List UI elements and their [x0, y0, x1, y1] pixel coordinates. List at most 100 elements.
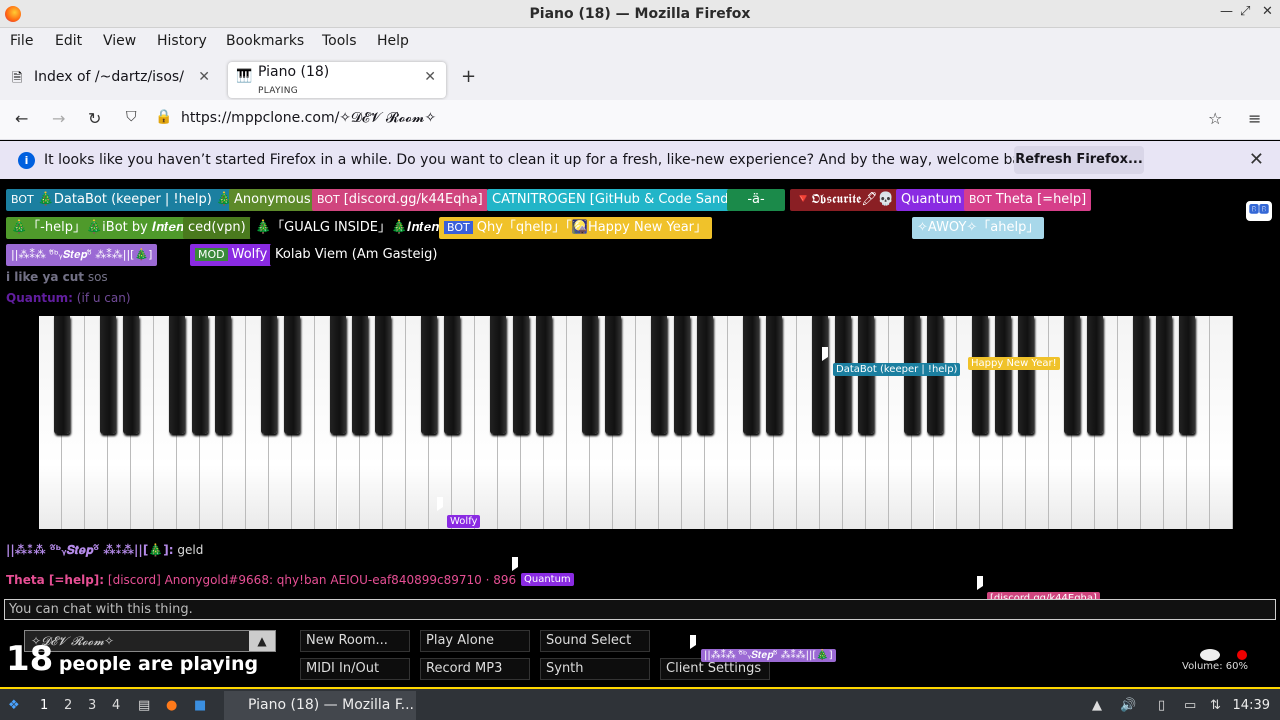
black-key[interactable]	[1179, 316, 1196, 434]
close-icon[interactable]: ✕	[1262, 4, 1273, 19]
close-notification-icon[interactable]: ✕	[1249, 149, 1264, 170]
black-key[interactable]	[765, 316, 782, 434]
menu-edit[interactable]: Edit	[55, 33, 82, 49]
black-key[interactable]	[191, 316, 208, 434]
black-key[interactable]	[283, 316, 300, 434]
black-key[interactable]	[1018, 316, 1035, 434]
user-ibot[interactable]: 🎄「-help」🎄iBot by 𝑰𝒏𝒕𝒆𝒏𝒅𝒆𝒓	[6, 217, 211, 239]
black-key[interactable]	[673, 316, 690, 434]
black-key[interactable]	[742, 316, 759, 434]
user-anonymous[interactable]: Anonymous	[229, 189, 316, 211]
taskbar-firefox-app[interactable]: Piano (18) — Mozilla F...	[224, 691, 416, 720]
black-key[interactable]	[352, 316, 369, 434]
refresh-firefox-button[interactable]: Refresh Firefox...	[1014, 146, 1144, 174]
user-a[interactable]: -ä-	[727, 189, 785, 211]
black-key[interactable]	[582, 316, 599, 434]
record-mp3-button[interactable]: Record MP3	[420, 658, 530, 680]
translate-icon[interactable]: 🅱🅱	[1246, 201, 1272, 221]
new-tab-icon[interactable]: +	[461, 66, 476, 87]
black-key[interactable]	[536, 316, 553, 434]
hamburger-menu-icon[interactable]: ≡	[1248, 109, 1261, 128]
firefox-launcher-icon[interactable]: ●	[166, 698, 177, 713]
sound-select-button[interactable]: Sound Select	[540, 630, 650, 652]
piano-keyboard[interactable]	[39, 316, 1233, 529]
black-key[interactable]	[444, 316, 461, 434]
minimize-icon[interactable]: —	[1220, 4, 1233, 19]
terminal-icon[interactable]: ■	[194, 698, 206, 713]
black-key[interactable]	[1064, 316, 1081, 434]
user-gualg[interactable]: 🎄「GUALG INSIDE」🎄𝑰𝒏𝒕𝒆𝒏𝒅𝒆𝒓	[250, 217, 466, 239]
synth-button[interactable]: Synth	[540, 658, 650, 680]
back-icon[interactable]: ←	[15, 109, 28, 128]
user-databot[interactable]: BOT 🎄DataBot (keeper | !help) 🎄	[6, 189, 238, 211]
menu-view[interactable]: View	[103, 33, 136, 49]
workspace-3[interactable]: 3	[88, 698, 96, 713]
maximize-icon[interactable]: ⤢	[1240, 4, 1250, 19]
workspace-1[interactable]: 1	[40, 698, 48, 713]
user-qhy[interactable]: BOT Qhy「qhelp」「🎑Happy New Year」	[439, 217, 713, 239]
cursor-quantum	[512, 557, 518, 571]
white-key[interactable]	[1210, 316, 1233, 529]
black-key[interactable]	[1087, 316, 1104, 434]
black-key[interactable]	[605, 316, 622, 434]
user-ybstep[interactable]: ||⁂⁑⁂ ᵒ᷉ᵇᵧ𝑺𝒕𝒆𝒑ᵒ᷉ ⁂⁑⁂||[🎄]	[6, 244, 158, 266]
black-key[interactable]	[260, 316, 277, 434]
black-key[interactable]	[995, 316, 1012, 434]
black-key[interactable]	[122, 316, 139, 434]
play-alone-button[interactable]: Play Alone	[420, 630, 530, 652]
tray-icon[interactable]: ▲	[1092, 698, 1102, 713]
menu-history[interactable]: History	[157, 33, 207, 49]
user-discord[interactable]: BOT [discord.gg/k44Eqha]	[312, 189, 488, 211]
menu-bookmarks[interactable]: Bookmarks	[226, 33, 304, 49]
menu-tools[interactable]: Tools	[322, 33, 357, 49]
mod-tag: MOD	[195, 248, 228, 261]
close-tab-icon[interactable]: ✕	[198, 69, 210, 85]
black-key[interactable]	[490, 316, 507, 434]
black-key[interactable]	[329, 316, 346, 434]
tab-piano[interactable]: 🎹 Piano (18) PLAYING ✕	[228, 62, 446, 98]
address-bar[interactable]: https://mppclone.com/✧𝓓𝓔𝓥 𝓡𝓸𝓸𝓶✧	[181, 110, 436, 126]
black-key[interactable]	[811, 316, 828, 434]
chat-input[interactable]: You can chat with this thing.	[4, 599, 1276, 620]
network-icon[interactable]: ⇅	[1210, 698, 1221, 713]
black-key[interactable]	[1133, 316, 1150, 434]
display-icon[interactable]: ▭	[1184, 698, 1196, 713]
new-room-button[interactable]: New Room...	[300, 630, 410, 652]
lock-icon[interactable]: 🔒	[155, 109, 172, 125]
file-manager-icon[interactable]: ▤	[138, 698, 150, 713]
clipboard-icon[interactable]: ▯	[1158, 698, 1165, 713]
volume-knob[interactable]	[1200, 649, 1220, 661]
user-wolfy[interactable]: MOD Wolfy	[190, 244, 273, 266]
reload-icon[interactable]: ↻	[88, 109, 101, 128]
black-key[interactable]	[972, 316, 989, 434]
forward-icon[interactable]: →	[52, 109, 65, 128]
black-key[interactable]	[99, 316, 116, 434]
volume-icon[interactable]: 🔊	[1120, 698, 1136, 713]
workspace-2[interactable]: 2	[64, 698, 72, 713]
workspace-4[interactable]: 4	[112, 698, 120, 713]
shield-icon[interactable]: ⛉	[126, 109, 137, 125]
black-key[interactable]	[513, 316, 530, 434]
bookmark-star-icon[interactable]: ☆	[1208, 109, 1222, 128]
black-key[interactable]	[421, 316, 438, 434]
user-awoy[interactable]: ✧AWOY✧「ahelp」	[912, 217, 1045, 239]
black-key[interactable]	[650, 316, 667, 434]
midi-button[interactable]: MIDI In/Out	[300, 658, 410, 680]
user-quantum[interactable]: Quantum	[896, 189, 967, 211]
black-key[interactable]	[214, 316, 231, 434]
user-catnitrogen[interactable]: CATNITROGEN [GitHub & Code Sandbox]	[487, 189, 763, 211]
close-tab-icon[interactable]: ✕	[424, 69, 436, 85]
black-key[interactable]	[53, 316, 70, 434]
user-ced[interactable]: ced(vpn)	[183, 217, 251, 239]
black-key[interactable]	[168, 316, 185, 434]
menu-help[interactable]: Help	[377, 33, 409, 49]
start-menu-icon[interactable]: ❖	[8, 698, 20, 713]
black-key[interactable]	[1156, 316, 1173, 434]
tab-index-isos[interactable]: 🗎 Index of /~dartz/isos/ ✕	[4, 62, 220, 98]
black-key[interactable]	[696, 316, 713, 434]
menu-file[interactable]: File	[10, 33, 33, 49]
black-key[interactable]	[375, 316, 392, 434]
user-kolab[interactable]: Kolab Viem (Am Gasteig)	[270, 244, 443, 266]
user-theta[interactable]: BOT Theta [=help]	[964, 189, 1092, 211]
user-obscurite[interactable]: 🔻𝕺𝖇𝖘𝖈𝖚𝖗𝖎𝖙𝖊🖊💀	[790, 189, 899, 211]
